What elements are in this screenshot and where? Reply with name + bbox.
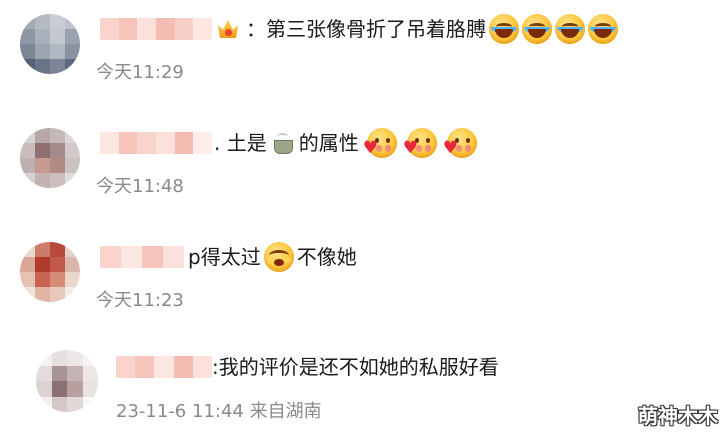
reply-text-content: :我的评价是还不如她的私服好看: [212, 355, 499, 379]
comment-item: ：第三张像骨折了吊着胳膊 今天11:29: [0, 0, 724, 110]
username-blurred[interactable]: [100, 18, 212, 40]
blush-heart-emoji: [443, 128, 477, 158]
comment-text: . 土是 的属性: [214, 128, 477, 158]
reply-item: :我的评价是还不如她的私服好看 23-11-6 11:44 来自湖南: [0, 340, 724, 439]
comment-text: p得太过 不像她: [188, 242, 357, 272]
blush-heart-emoji: [403, 128, 437, 158]
crown-icon: [216, 18, 240, 40]
comment-time: 今天11:23: [96, 290, 184, 311]
reply-time: 23-11-6 11:44: [116, 401, 244, 422]
avatar[interactable]: [20, 242, 80, 302]
avatar[interactable]: [20, 14, 80, 74]
watermark: 萌神木木: [638, 404, 718, 428]
comment-item: . 土是 的属性 今天11:48: [0, 114, 724, 224]
comment-text-after: 的属性: [298, 131, 359, 155]
username-blurred[interactable]: [116, 356, 212, 378]
username-blurred[interactable]: [100, 246, 184, 268]
comment-text-before: p得太过: [188, 245, 261, 269]
tea-cup-icon: [271, 131, 295, 155]
laugh-cry-emoji: [522, 14, 552, 44]
avatar[interactable]: [36, 350, 98, 412]
cover-face-emoji: [263, 242, 294, 272]
reply-location: 来自湖南: [249, 401, 322, 422]
comment-text-after: 不像她: [296, 245, 357, 269]
username-blurred[interactable]: [100, 132, 212, 154]
comment-item: p得太过 不像她 今天11:23: [0, 228, 724, 338]
comment-text-content: ：第三张像骨折了吊着胳膊: [246, 17, 486, 41]
avatar[interactable]: [20, 128, 80, 188]
laugh-cry-emoji: [588, 14, 618, 44]
comment-text: ：第三张像骨折了吊着胳膊: [216, 14, 618, 44]
laugh-cry-emoji: [555, 14, 585, 44]
comment-time: 今天11:48: [96, 176, 184, 197]
blush-heart-emoji: [363, 128, 397, 158]
comment-time: 今天11:29: [96, 62, 184, 83]
laugh-cry-emoji: [489, 14, 519, 44]
comment-text-before: . 土是: [214, 131, 267, 155]
reply-meta: 23-11-6 11:44 来自湖南: [116, 397, 322, 423]
reply-text: :我的评价是还不如她的私服好看: [212, 352, 499, 382]
